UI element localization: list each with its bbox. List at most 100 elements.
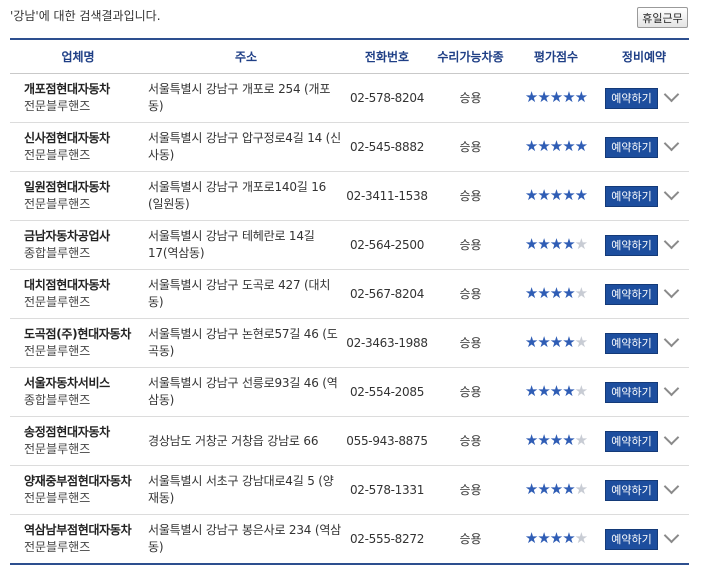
star-filled-icon: ★ xyxy=(549,234,563,253)
star-filled-icon: ★ xyxy=(562,136,575,155)
reservation-cell: 예약하기 xyxy=(599,269,689,319)
column-header-car-type: 수리가능차종 xyxy=(428,39,513,74)
star-filled-icon: ★ xyxy=(562,430,575,449)
business-name: 송정점현대자동차 xyxy=(24,425,110,439)
address-cell: 서울특별시 강남구 개포로 254 (개포동) xyxy=(146,73,346,123)
star-filled-icon: ★ xyxy=(574,185,588,204)
star-filled-icon: ★ xyxy=(537,528,550,547)
table-row: 송정점현대자동차 전문블루핸즈 경상남도 거창군 거창읍 강남로 66 055-943… xyxy=(10,416,689,466)
table-row: 신사점현대자동차 전문블루핸즈 서울특별시 강남구 압구정로4길 14 (신사동) 0… xyxy=(10,122,689,172)
star-rating: ★★★★★ xyxy=(524,430,588,449)
rating-cell: ★★★★★ xyxy=(513,269,599,319)
star-filled-icon: ★ xyxy=(537,283,550,302)
chevron-down-icon[interactable] xyxy=(663,527,680,543)
table-header-row: 업체명 주소 전화번호 수리가능차종 평가점수 정비예약 xyxy=(10,39,689,74)
star-filled-icon: ★ xyxy=(562,528,575,547)
business-type: 전문블루핸즈 xyxy=(24,148,91,162)
table-row: 양재중부점현대자동차 전문블루핸즈 서울특별시 서초구 강남대로4길 5 (양재동)… xyxy=(10,465,689,515)
star-filled-icon: ★ xyxy=(549,136,563,155)
column-header-name: 업체명 xyxy=(10,39,146,74)
business-cell: 대치점현대자동차 전문블루핸즈 xyxy=(10,269,146,319)
phone-cell: 02-554-2085 xyxy=(346,367,428,417)
star-rating: ★★★★★ xyxy=(524,87,588,106)
star-filled-icon: ★ xyxy=(524,87,538,106)
rating-cell: ★★★★★ xyxy=(513,416,599,466)
star-filled-icon: ★ xyxy=(524,479,538,498)
business-type: 전문블루핸즈 xyxy=(24,99,91,113)
star-filled-icon: ★ xyxy=(524,528,538,547)
star-filled-icon: ★ xyxy=(524,332,538,351)
column-header-address: 주소 xyxy=(146,39,346,74)
phone-cell: 02-578-8204 xyxy=(346,73,428,123)
car-type-cell: 승용 xyxy=(428,269,513,319)
star-filled-icon: ★ xyxy=(537,332,550,351)
chevron-down-icon[interactable] xyxy=(663,429,680,445)
car-type-cell: 승용 xyxy=(428,465,513,515)
phone-cell: 02-567-8204 xyxy=(346,269,428,319)
star-filled-icon: ★ xyxy=(562,332,575,351)
reserve-button[interactable]: 예약하기 xyxy=(605,528,658,550)
star-filled-icon: ★ xyxy=(574,136,588,155)
car-type-cell: 승용 xyxy=(428,73,513,123)
chevron-down-icon[interactable] xyxy=(663,478,680,494)
chevron-down-icon[interactable] xyxy=(663,233,680,249)
business-type: 종합블루핸즈 xyxy=(24,246,91,260)
business-name: 양재중부점현대자동차 xyxy=(24,474,132,488)
table-row: 서울자동차서비스 종합블루핸즈 서울특별시 강남구 선릉로93길 46 (역삼동) 0… xyxy=(10,367,689,417)
table-row: 도곡점(주)현대자동차 전문블루핸즈 서울특별시 강남구 논현로57길 46 (도곡… xyxy=(10,318,689,368)
reservation-cell: 예약하기 xyxy=(599,416,689,466)
phone-cell: 02-555-8272 xyxy=(349,531,425,546)
star-filled-icon: ★ xyxy=(524,381,538,400)
reserve-button[interactable]: 예약하기 xyxy=(605,430,658,452)
chevron-down-icon[interactable] xyxy=(663,380,680,396)
column-header-reservation: 정비예약 xyxy=(599,39,689,74)
chevron-down-icon[interactable] xyxy=(663,282,680,298)
star-filled-icon: ★ xyxy=(524,430,538,449)
chevron-down-icon[interactable] xyxy=(663,331,680,347)
star-filled-icon: ★ xyxy=(562,234,575,253)
reserve-button[interactable]: 예약하기 xyxy=(605,332,658,354)
reserve-button[interactable]: 예약하기 xyxy=(605,381,658,403)
business-name: 역삼남부점현대자동차 xyxy=(24,523,132,537)
table-row: 개포점현대자동차 전문블루핸즈 서울특별시 강남구 개포로 254 (개포동) 02-… xyxy=(10,73,689,123)
business-cell: 개포점현대자동차 전문블루핸즈 xyxy=(10,73,146,123)
business-cell: 도곡점(주)현대자동차 전문블루핸즈 xyxy=(10,318,146,368)
reserve-button[interactable]: 예약하기 xyxy=(605,234,658,256)
car-type-cell: 승용 xyxy=(428,220,513,270)
star-filled-icon: ★ xyxy=(537,87,550,106)
reserve-button[interactable]: 예약하기 xyxy=(605,479,658,501)
chevron-down-icon[interactable] xyxy=(663,86,680,102)
star-filled-icon: ★ xyxy=(562,283,575,302)
reserve-button[interactable]: 예약하기 xyxy=(605,185,658,207)
chevron-down-icon[interactable] xyxy=(663,135,680,151)
star-filled-icon: ★ xyxy=(537,185,550,204)
business-type: 종합블루핸즈 xyxy=(24,393,91,407)
business-cell: 일원점현대자동차 전문블루핸즈 xyxy=(10,171,146,221)
results-table-body: 개포점현대자동차 전문블루핸즈 서울특별시 강남구 개포로 254 (개포동) 02-… xyxy=(10,73,689,565)
holiday-service-button[interactable]: 휴일근무 xyxy=(637,7,688,28)
reserve-button[interactable]: 예약하기 xyxy=(605,136,658,158)
star-rating: ★★★★★ xyxy=(525,136,588,155)
reservation-cell: 예약하기 xyxy=(599,367,689,417)
reserve-button[interactable]: 예약하기 xyxy=(605,283,658,305)
phone-cell: 02-545-8882 xyxy=(346,122,428,172)
reservation-cell: 예약하기 xyxy=(599,122,689,172)
rating-cell: ★★★★★ xyxy=(513,122,599,172)
reservation-cell: 예약하기 xyxy=(599,515,689,565)
business-cell: 신사점현대자동차 전문블루핸즈 xyxy=(10,122,146,172)
chevron-down-icon[interactable] xyxy=(663,184,680,200)
star-filled-icon: ★ xyxy=(537,136,550,155)
reservation-cell: 예약하기 xyxy=(599,318,689,368)
address-cell: 서울특별시 강남구 도곡로 427 (대치동) xyxy=(146,269,346,319)
business-cell: 양재중부점현대자동차전문블루핸즈 xyxy=(10,465,146,515)
address-cell: 서울특별시 강남구 논현로57길 46 (도곡동) xyxy=(146,318,346,368)
business-type: 전문블루핸즈 xyxy=(24,491,91,505)
car-type-cell: 승용 xyxy=(459,531,482,546)
results-table: 업체명 주소 전화번호 수리가능차종 평가점수 정비예약 개포점현대자동차 전문블… xyxy=(10,38,689,565)
top-bar: '강남'에 대한 검색결과입니다. 휴일근무 xyxy=(0,0,720,38)
rating-cell: ★★★★★ xyxy=(513,73,599,123)
business-type: 전문블루핸즈 xyxy=(24,295,91,309)
star-rating: ★★★★★ xyxy=(524,381,588,400)
reserve-button[interactable]: 예약하기 xyxy=(605,87,658,109)
star-filled-icon: ★ xyxy=(549,283,563,302)
